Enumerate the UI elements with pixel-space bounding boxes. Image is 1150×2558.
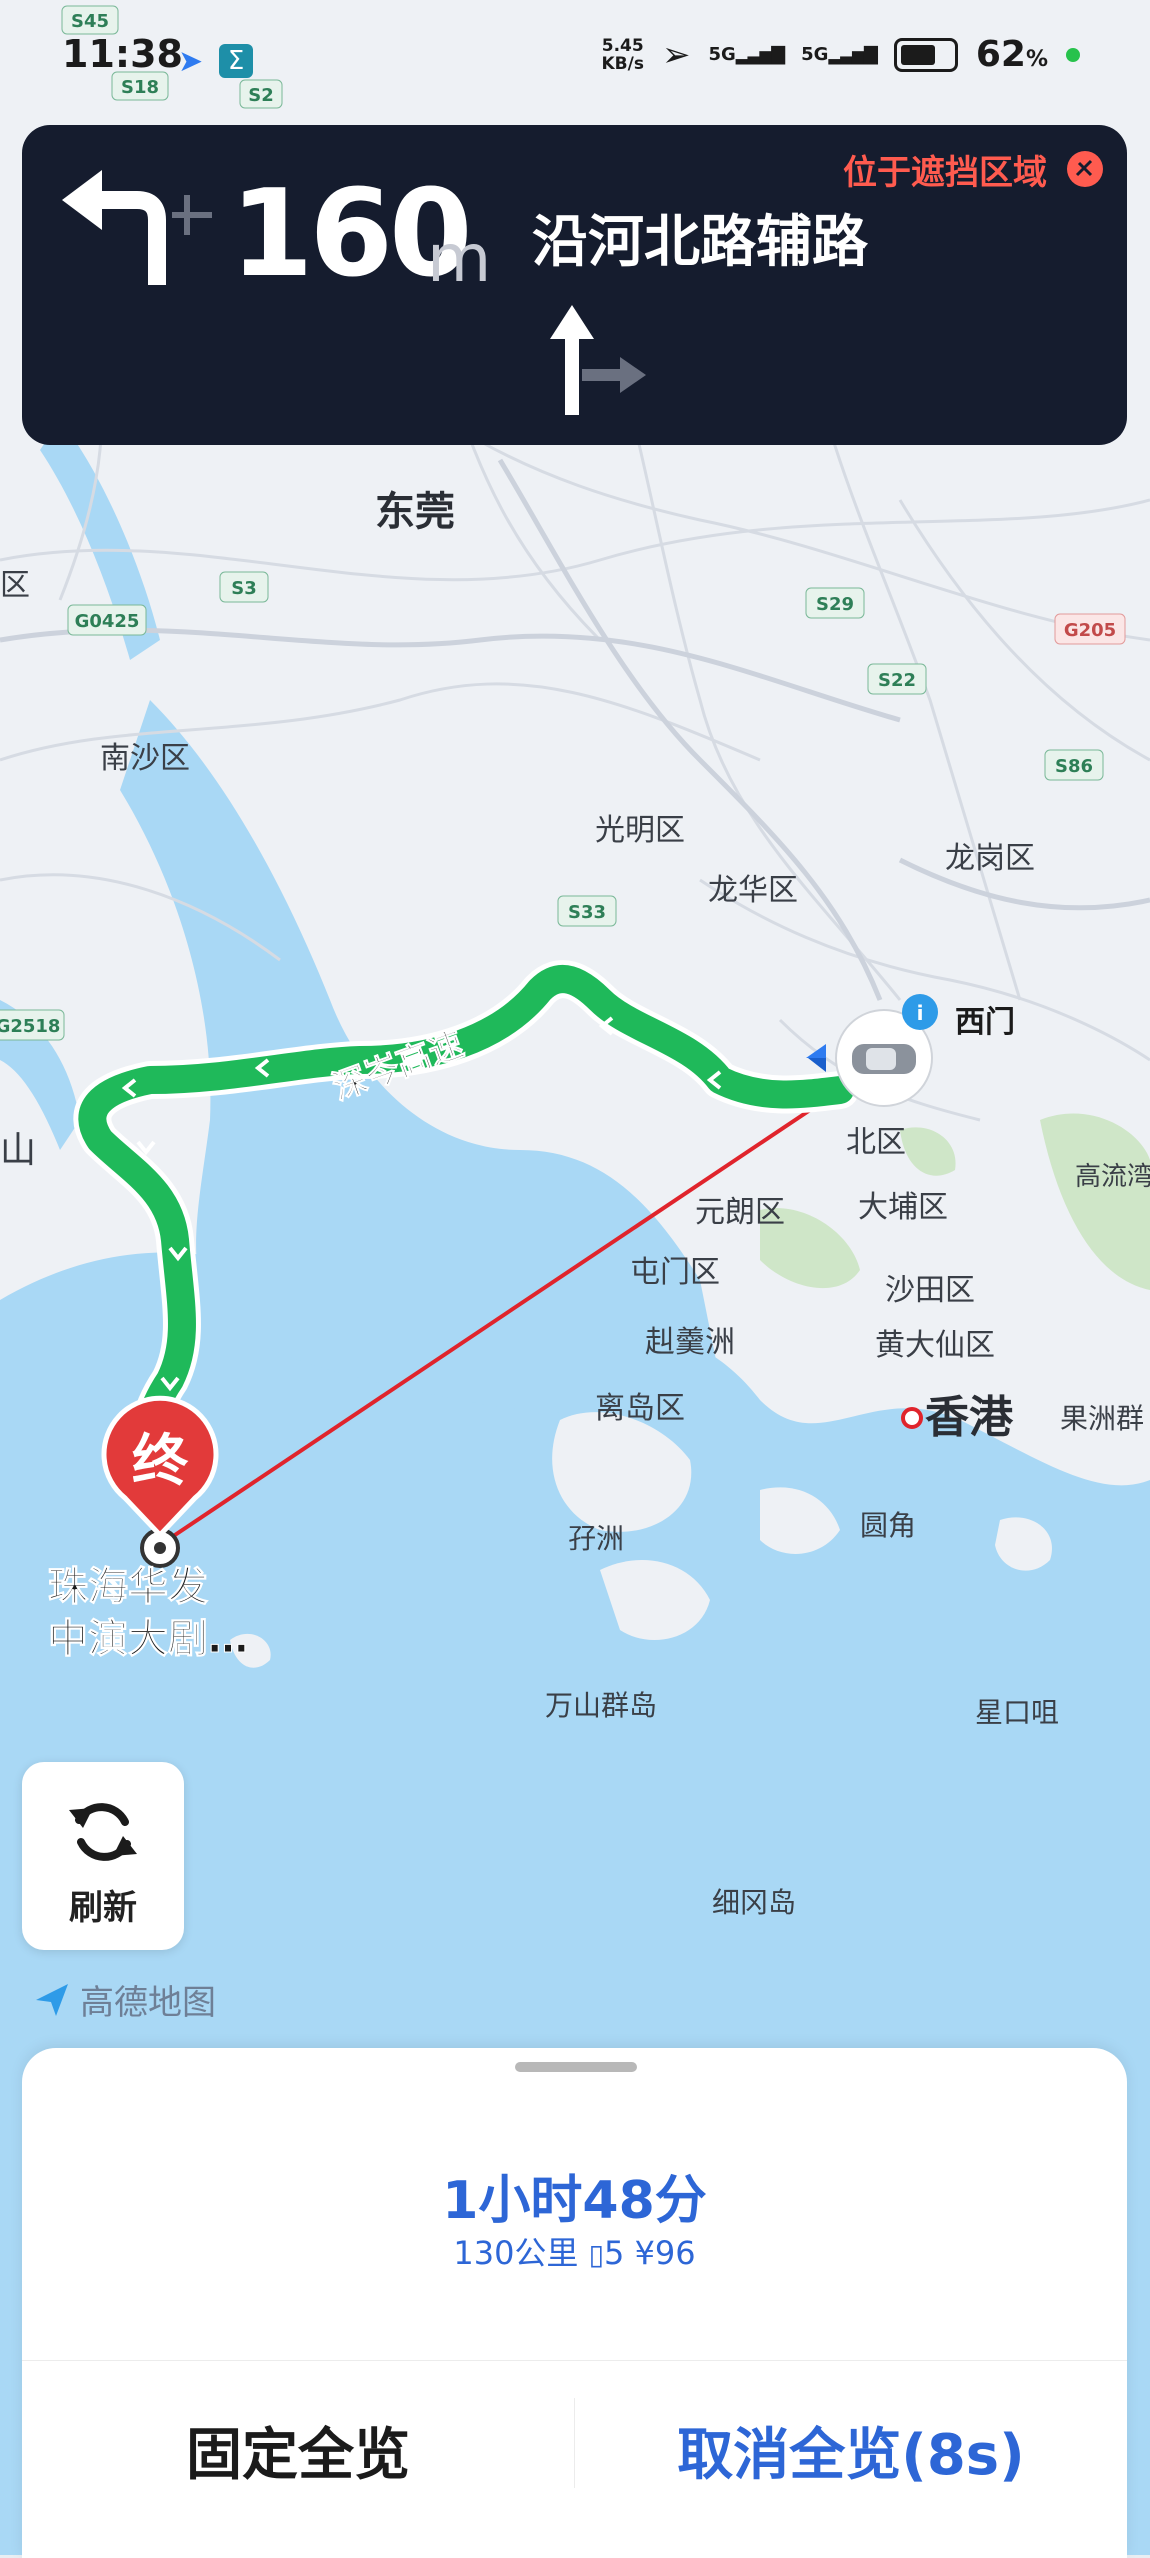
place-yuzhou: 孖洲 <box>568 1522 624 1555</box>
battery-icon <box>893 37 958 72</box>
cancel-overview-button[interactable]: 取消全览(8s) <box>575 2410 1127 2491</box>
road-shield-s33: S33 <box>557 895 617 927</box>
fixed-overview-button[interactable]: 固定全览 <box>22 2410 574 2491</box>
turn-left-icon <box>62 170 212 285</box>
svg-text:G2518: G2518 <box>0 1016 60 1037</box>
place-yuanjiao: 圆角 <box>860 1509 916 1542</box>
destination-name-line1: 珠海华发 <box>48 1564 208 1610</box>
refresh-icon <box>69 1803 137 1861</box>
route-overview-panel[interactable]: 1小时48分 130公里 ▯5 ¥96 固定全览 取消全览(8s) <box>22 2048 1127 2558</box>
destination-name-line2: 中演大剧… <box>48 1616 248 1662</box>
trip-summary: 130公里 ▯5 ¥96 <box>22 2228 1127 2274</box>
traffic-light-icon: ▯ <box>588 2238 605 2271</box>
place-lidao: 离岛区 <box>595 1391 685 1426</box>
status-bar: 11:38 ➤ Σ 5.45 KB/s ➢ 5G▂▃▅▇ 5G▂▃▅▇ 62% <box>0 0 1150 120</box>
road-shield-s29: S29 <box>805 587 865 619</box>
place-shan: 山 <box>0 1130 36 1171</box>
svg-text:i: i <box>917 1001 924 1025</box>
place-nansha: 南沙区 <box>100 741 190 776</box>
place-qu-left: 区 <box>0 568 30 603</box>
svg-text:S29: S29 <box>816 594 854 615</box>
signal-1: 5G▂▃▅▇ <box>708 44 785 65</box>
navigation-arrow-icon: ➤ <box>178 44 204 79</box>
sigma-app-icon: Σ <box>219 44 254 78</box>
divider <box>22 2360 1127 2361</box>
panel-drag-handle[interactable] <box>515 2062 637 2072</box>
location-icon: ➢ <box>661 34 691 75</box>
place-longhua: 龙华区 <box>708 873 798 908</box>
traffic-light-count: 5 <box>604 2234 625 2272</box>
maneuver-distance-unit: m <box>427 220 492 297</box>
navigation-card[interactable]: 160 m 沿河北路辅路 位于遮挡区域 <box>22 125 1127 445</box>
road-shield-g2518: G2518 <box>0 1009 65 1041</box>
road-shield-s3: S3 <box>219 571 269 603</box>
svg-text:S22: S22 <box>878 670 916 691</box>
place-xianggang: 香港 <box>925 1392 1014 1443</box>
destination-marker-label: 终 <box>132 1429 189 1494</box>
place-xigang: 细冈岛 <box>712 1886 796 1919</box>
place-shatian: 沙田区 <box>885 1273 975 1308</box>
amap-logo-icon <box>36 1983 68 2016</box>
status-dot-icon <box>1066 47 1080 62</box>
place-gaoliu: 高流湾 <box>1075 1162 1150 1192</box>
svg-text:S33: S33 <box>568 902 606 923</box>
next-road-name: 沿河北路辅路 <box>532 210 868 275</box>
svg-text:G0425: G0425 <box>75 611 140 632</box>
svg-text:G205: G205 <box>1064 620 1116 641</box>
place-longgang: 龙岗区 <box>945 841 1035 876</box>
status-time: 11:38 <box>62 32 183 76</box>
toll-cost: ¥96 <box>634 2234 696 2272</box>
place-guangming: 光明区 <box>595 813 685 848</box>
lane-straight-right-icon <box>550 305 646 415</box>
road-shield-g205: G205 <box>1054 613 1126 645</box>
svg-text:S86: S86 <box>1055 756 1093 777</box>
place-dabu: 大埔区 <box>858 1190 948 1225</box>
signal-bars-icon: ▂▃▅▇ <box>828 44 877 65</box>
network-speed: 5.45 KB/s <box>601 35 644 74</box>
trip-distance: 130公里 <box>453 2234 579 2272</box>
refresh-button[interactable]: 刷新 <box>22 1762 184 1950</box>
amap-logo: 高德地图 <box>32 1975 216 2024</box>
refresh-label: 刷新 <box>69 1888 137 1928</box>
place-xingkouju: 星口咀 <box>975 1696 1059 1729</box>
road-shield-s86: S86 <box>1044 749 1104 781</box>
signal-2: 5G▂▃▅▇ <box>801 44 878 65</box>
place-dongguan: 东莞 <box>375 489 455 535</box>
satellite-signal-icon <box>1067 151 1103 187</box>
poi-ximen-label: 西门 <box>955 1005 1015 1040</box>
eta-duration: 1小时48分 <box>442 2171 707 2231</box>
road-shield-g0425: G0425 <box>67 604 147 636</box>
place-wanshan: 万山群岛 <box>545 1689 657 1722</box>
signal-bars-icon: ▂▃▅▇ <box>735 44 785 65</box>
hong-kong-marker <box>901 1407 923 1429</box>
road-shield-s22: S22 <box>867 663 927 695</box>
place-guozhou: 果洲群 <box>1060 1402 1144 1435</box>
place-kuichong: 赳羹洲 <box>645 1325 735 1360</box>
place-huangdaxian: 黄大仙区 <box>875 1328 995 1363</box>
place-yuanlang: 元朗区 <box>695 1195 785 1230</box>
battery-percent: 62% <box>975 34 1048 75</box>
place-beiqu: 北区 <box>846 1125 906 1160</box>
occlusion-warning: 位于遮挡区域 <box>843 153 1047 193</box>
svg-text:S3: S3 <box>231 578 257 599</box>
place-tunmen: 屯门区 <box>630 1255 720 1290</box>
